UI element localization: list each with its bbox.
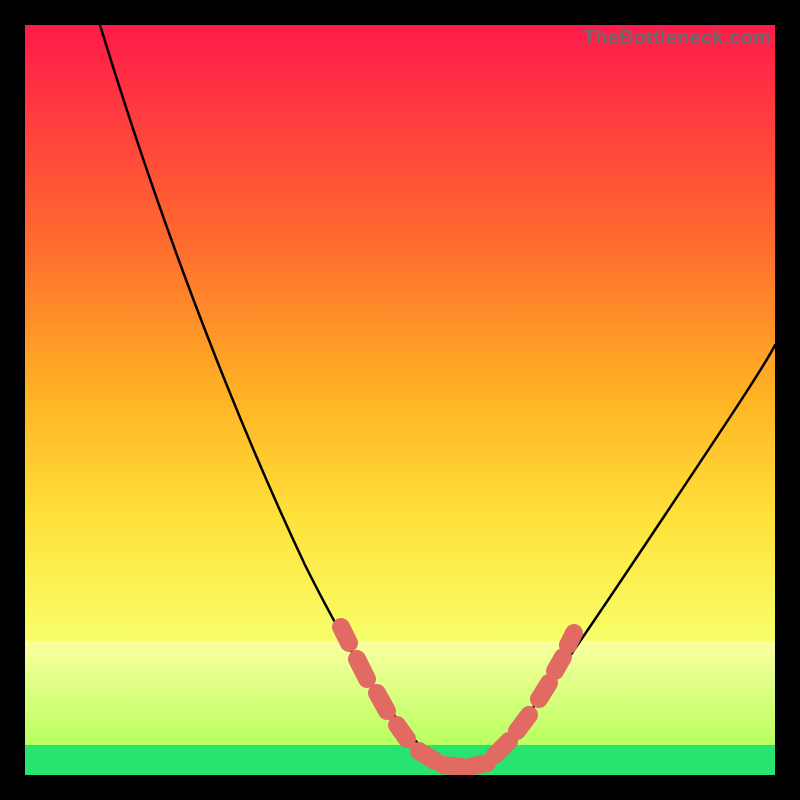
gradient-background — [25, 25, 775, 641]
chart-svg — [25, 25, 775, 775]
optimal-band — [25, 745, 775, 775]
chart-frame: TheBottleneck.com — [25, 25, 775, 775]
watermark-text: TheBottleneck.com — [583, 27, 771, 50]
